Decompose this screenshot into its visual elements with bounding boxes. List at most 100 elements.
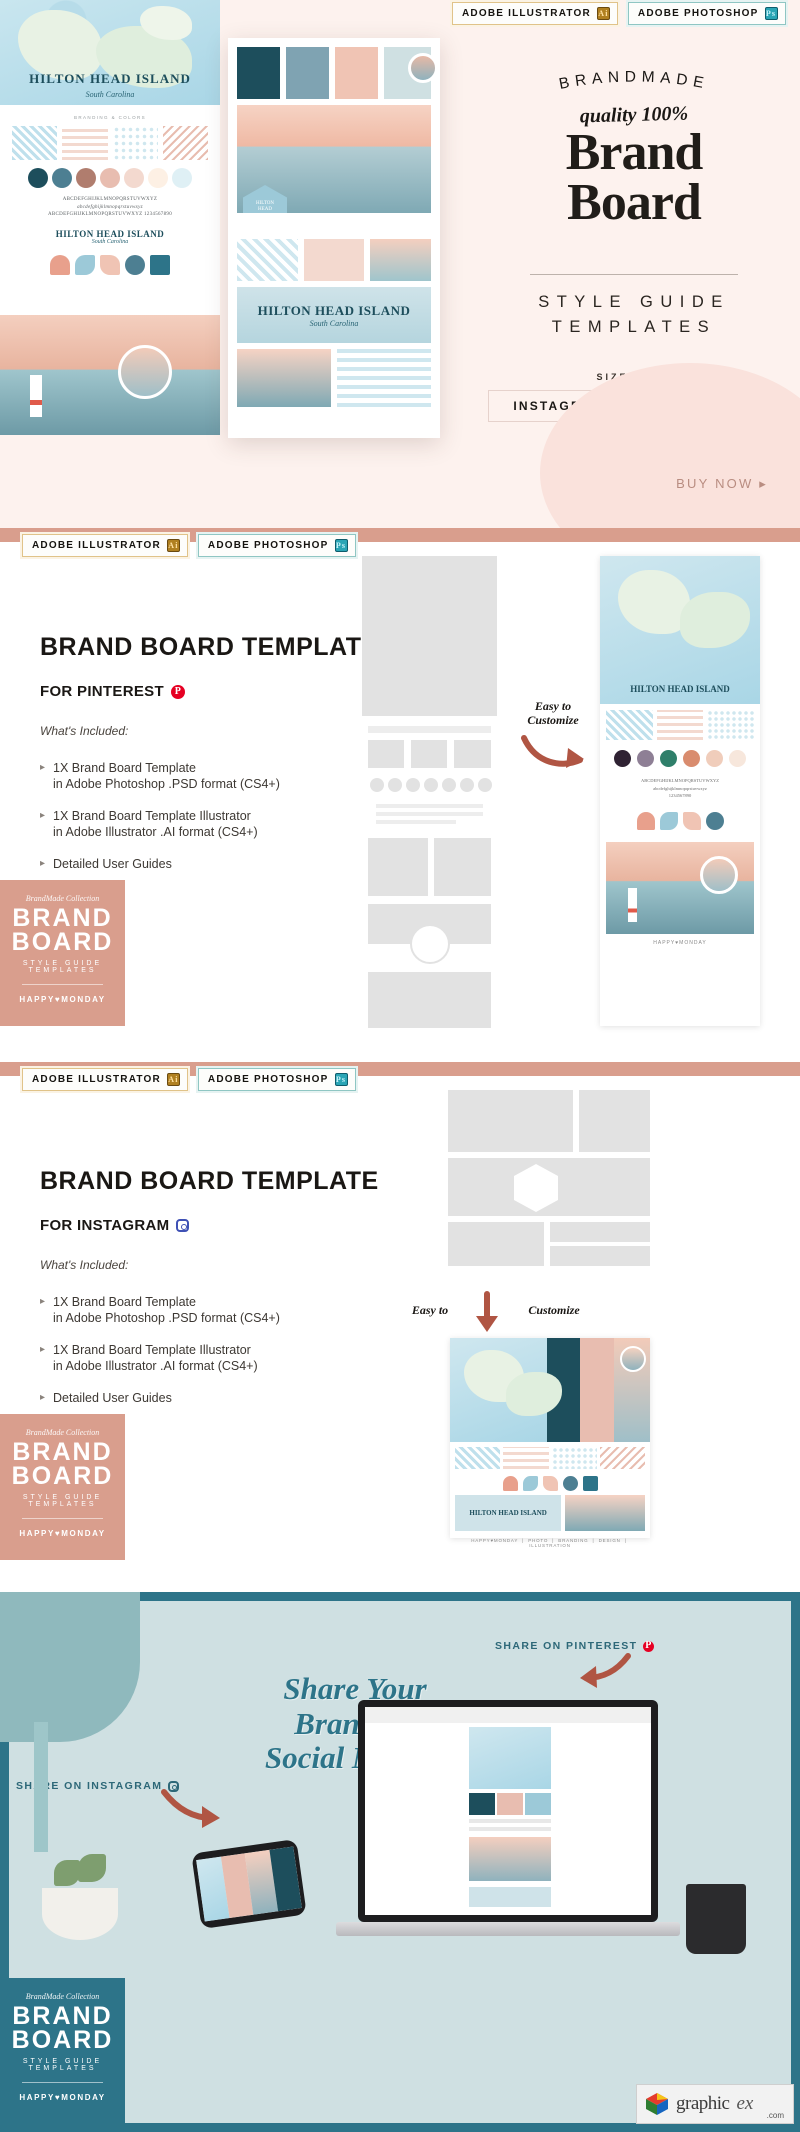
pattern-swatch <box>62 126 108 160</box>
list-item: ▸ Detailed User Guides <box>40 1390 340 1406</box>
coral-icon <box>100 254 120 275</box>
palette-dot <box>76 168 96 188</box>
badge-adobe-photoshop[interactable]: ADOBE PHOTOSHOP Ps <box>627 2 786 25</box>
side-card-sub-2: TEMPLATES <box>28 2065 97 2072</box>
laptop-screen <box>358 1700 658 1922</box>
divider <box>22 1518 103 1519</box>
hero-artwork-collage: HILTON HEAD ISLAND South Carolina BRANDI… <box>0 0 468 528</box>
subtitle-line-1: STYLE GUIDE <box>538 293 730 311</box>
list-item-text: 1X Brand Board Template in Adobe Photosh… <box>53 761 280 791</box>
instagram-icon <box>176 1219 190 1232</box>
plant-leaf <box>54 1860 80 1886</box>
lighthouse-photo-card <box>0 315 220 435</box>
hero-software-badges: ADOBE ILLUSTRATOR Ai ADOBE PHOTOSHOP Ps <box>452 2 786 25</box>
instagram-for-label: FOR INSTAGRAM <box>40 1217 190 1234</box>
pattern-row <box>12 126 208 160</box>
instagram-customize-label: Customize <box>514 1303 594 1318</box>
illustration-icon-strip <box>12 254 208 275</box>
instagram-color-preview: HILTON HEAD ISLAND HAPPY♥MONDAY | PHOTO … <box>450 1338 650 1548</box>
buy-now-button[interactable]: BUY NOW ▸ <box>676 476 768 492</box>
board-swatch <box>334 47 378 99</box>
instagram-included-label: What's Included: <box>40 1258 129 1272</box>
coffee-mug <box>686 1884 746 1954</box>
list-item: ▸ Detailed User Guides <box>40 856 340 872</box>
side-card-line-2: BOARD <box>11 2025 114 2054</box>
arc-label: BRANDMADE <box>558 69 705 93</box>
social-media-section: Share Your Brand on Social Media! SHARE … <box>0 1592 800 2132</box>
bullet-icon: ▸ <box>40 1392 46 1403</box>
board-subtitle: South Carolina <box>309 318 359 328</box>
badge-label: ADOBE PHOTOSHOP <box>637 8 759 19</box>
instagram-easy-label: Easy to <box>400 1303 460 1318</box>
map-title: HILTON HEAD ISLAND <box>29 71 191 86</box>
side-card-footer: HAPPY♥MONDAY <box>19 995 106 1004</box>
adobe-photoshop-icon: Ps <box>334 1073 348 1086</box>
font-sample: abcdefghijklmnopqrstuvwxyz <box>77 204 143 210</box>
swatch-card-heading: BRANDING & COLORS <box>73 115 147 120</box>
badge-adobe-illustrator[interactable]: ADOBE ILLUSTRATOR Ai <box>452 2 618 25</box>
chair-leg <box>34 1722 48 1852</box>
badge-adobe-photoshop[interactable]: ADOBE PHOTOSHOP Ps <box>197 534 356 557</box>
badge-label: ADOBE ILLUSTRATOR <box>462 8 591 19</box>
adobe-photoshop-icon: Ps <box>334 539 348 552</box>
board-photo-swatch <box>383 47 438 99</box>
palette-dot <box>52 168 72 188</box>
down-arrow-icon <box>476 1291 498 1332</box>
easy-line-2: Customize <box>528 1303 580 1317</box>
board-swatch <box>237 47 280 99</box>
side-card-footer: HAPPY♥MONDAY <box>19 2093 106 2102</box>
pinterest-spec-section: ADOBE ILLUSTRATOR Ai ADOBE PHOTOSHOP Ps … <box>0 528 800 1058</box>
adobe-illustrator-icon: Ai <box>166 1073 180 1086</box>
pinterest-software-badges: ADOBE ILLUSTRATOR Ai ADOBE PHOTOSHOP Ps <box>22 534 356 557</box>
adobe-illustrator-icon: Ai <box>596 7 610 20</box>
laptop-screen-content <box>365 1707 651 1915</box>
divider <box>530 274 738 275</box>
side-card-sub-1: STYLE GUIDE <box>22 2058 103 2065</box>
pattern-swatch <box>112 126 158 160</box>
chevron-right-icon: ▸ <box>759 476 768 491</box>
list-item: ▸ 1X Brand Board Template Illustrator in… <box>40 1342 340 1374</box>
pinterest-side-card: BrandMade Collection BRAND BOARD STYLE G… <box>0 880 125 1026</box>
bullet-icon: ▸ <box>40 762 46 773</box>
color-palette-row <box>12 168 208 188</box>
easy-line-1: Easy to <box>534 699 572 713</box>
palette-dot <box>28 168 48 188</box>
hero-section: ADOBE ILLUSTRATOR Ai ADOBE PHOTOSHOP Ps … <box>0 0 800 528</box>
map-subtitle: South Carolina <box>85 90 135 99</box>
circle-photo-badge <box>407 53 438 83</box>
badge-adobe-photoshop[interactable]: ADOBE PHOTOSHOP Ps <box>197 1068 356 1091</box>
pinterest-for-label: FOR PINTEREST P <box>40 683 185 700</box>
title-line-1: Brand <box>565 124 704 181</box>
pinterest-icon: P <box>170 684 185 699</box>
title-line-2: Board <box>567 173 702 231</box>
watermark-italic: ex <box>736 2093 754 2114</box>
badge-label: ADOBE ILLUSTRATOR <box>32 1074 161 1085</box>
badge-label: ADOBE PHOTOSHOP <box>207 1074 329 1085</box>
pinterest-panel-title: BRAND BOARD TEMPLATE <box>40 633 379 661</box>
divider <box>22 984 103 985</box>
instagram-software-badges: ADOBE ILLUSTRATOR Ai ADOBE PHOTOSHOP Ps <box>22 1068 356 1091</box>
for-label-text: FOR PINTEREST <box>40 683 164 700</box>
bullet-icon: ▸ <box>40 810 46 821</box>
side-card-line-2: BOARD <box>11 1461 114 1490</box>
hex-line-2: HEAD <box>258 206 272 212</box>
side-card-sub-1: STYLE GUIDE <box>22 1494 103 1501</box>
for-label-text: FOR INSTAGRAM <box>40 1217 170 1234</box>
share-pinterest-text: SHARE ON PINTEREST <box>495 1640 638 1652</box>
lighthouse-graphic <box>30 375 42 417</box>
board-photo <box>237 349 331 407</box>
graphicex-cube-icon <box>645 2092 669 2116</box>
pattern-swatch <box>162 126 208 160</box>
list-item-text: 1X Brand Board Template in Adobe Photosh… <box>53 1295 280 1325</box>
palette-dot <box>124 168 144 188</box>
board-pattern <box>237 239 298 281</box>
palm-icon <box>125 254 145 275</box>
list-item-text: 1X Brand Board Template Illustrator in A… <box>53 1343 258 1373</box>
style-swatch-card: BRANDING & COLORS ABCDEFGHIJKLMNOPQRSTUV… <box>0 105 220 315</box>
side-card-line-1: BRAND <box>12 904 113 932</box>
easy-line-2: Customize <box>527 712 579 727</box>
badge-adobe-illustrator[interactable]: ADOBE ILLUSTRATOR Ai <box>22 1068 188 1091</box>
logo-script: South Carolina <box>91 238 129 245</box>
badge-adobe-illustrator[interactable]: ADOBE ILLUSTRATOR Ai <box>22 534 188 557</box>
watermark-text: graphic <box>676 2093 730 2114</box>
